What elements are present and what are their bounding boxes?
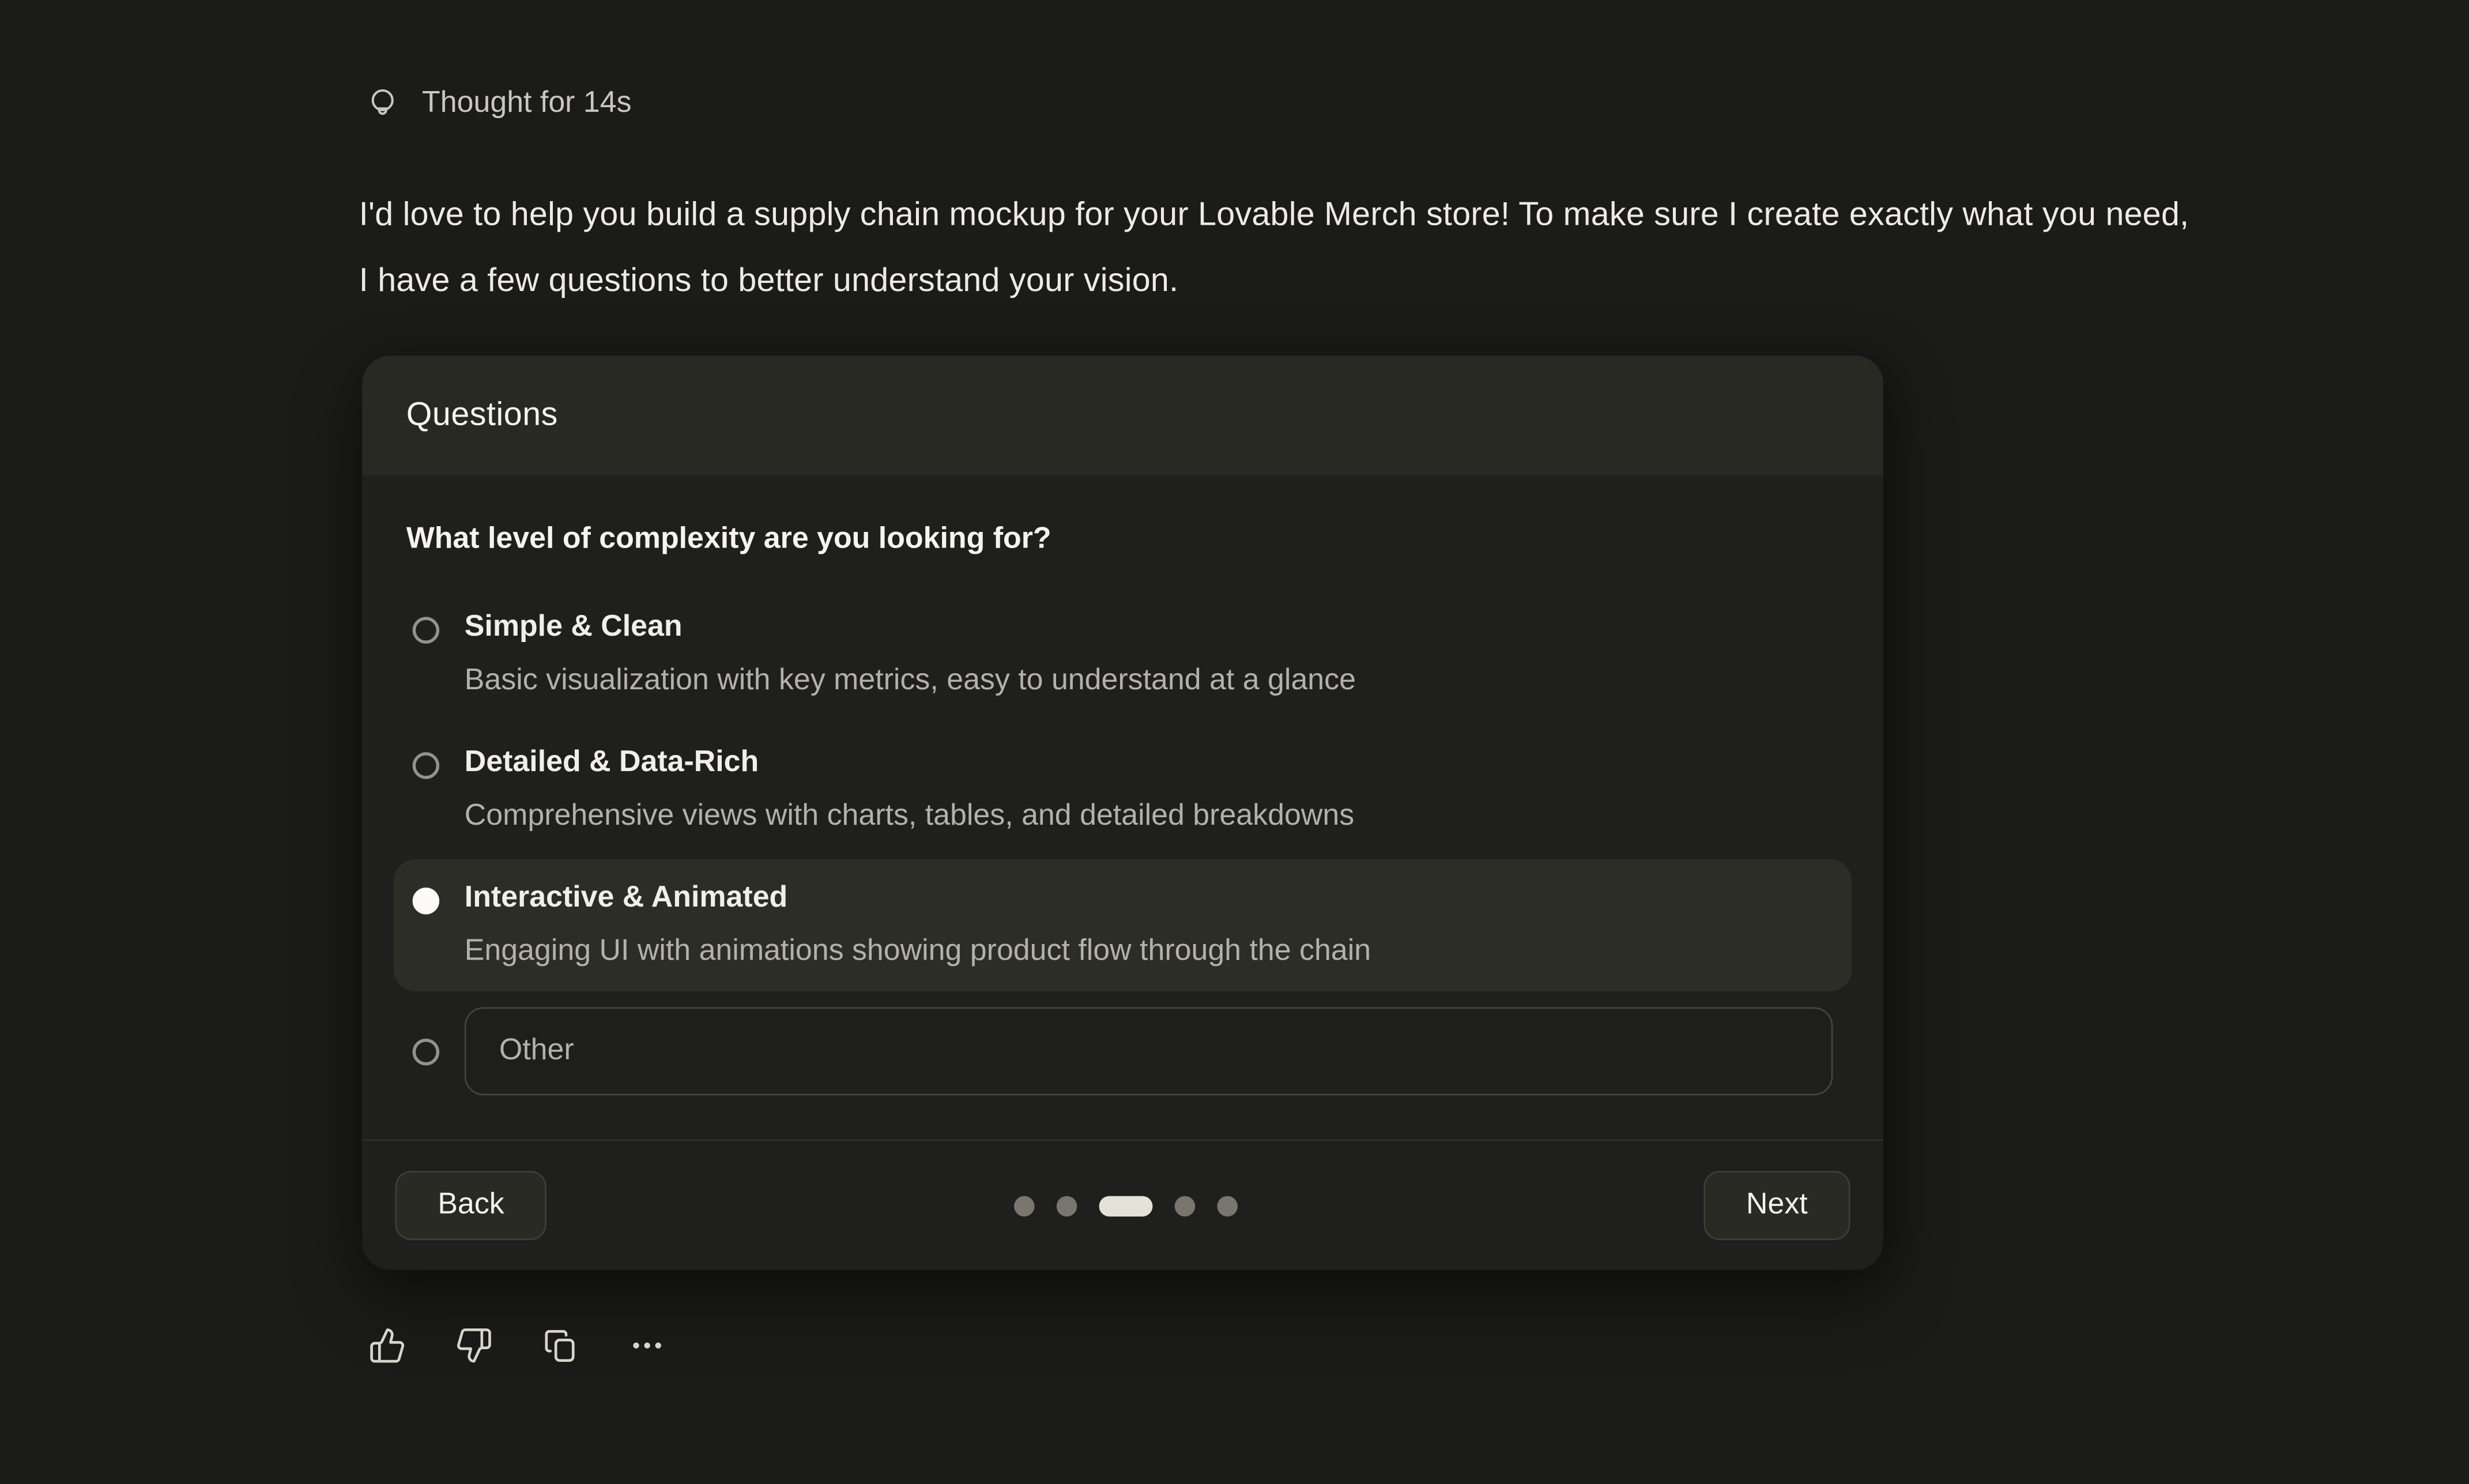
pagination-dot[interactable]: [1013, 1195, 1034, 1215]
option-other[interactable]: [394, 995, 1852, 1102]
more-options-button[interactable]: [628, 1327, 666, 1365]
option-title: Simple & Clean: [465, 601, 1356, 655]
option-description: Engaging UI with animations showing prod…: [465, 926, 1371, 979]
option-detailed-data-rich[interactable]: Detailed & Data-Rich Comprehensive views…: [394, 724, 1852, 856]
option-text: Detailed & Data-Rich Comprehensive views…: [465, 737, 1354, 844]
option-interactive-animated[interactable]: Interactive & Animated Engaging UI with …: [394, 859, 1852, 991]
pagination-dot[interactable]: [1216, 1195, 1237, 1215]
question-text: What level of complexity are you looking…: [406, 523, 1840, 557]
option-text: Simple & Clean Basic visualization with …: [465, 601, 1356, 708]
radio-icon[interactable]: [413, 752, 439, 779]
more-options-icon: [628, 1327, 666, 1365]
message-actions: [368, 1327, 2209, 1365]
copy-button[interactable]: [542, 1327, 580, 1365]
pagination-dot-active[interactable]: [1098, 1195, 1152, 1215]
thumbs-down-button[interactable]: [455, 1327, 493, 1365]
option-title: Detailed & Data-Rich: [465, 737, 1354, 790]
thumbs-up-button[interactable]: [368, 1327, 406, 1365]
copy-icon: [542, 1327, 580, 1365]
chat-view: Thought for 14s I'd love to help you bui…: [0, 0, 2469, 1484]
assistant-turn: Thought for 14s I'd love to help you bui…: [359, 0, 2210, 1365]
radio-icon[interactable]: [413, 888, 439, 914]
card-header: Questions: [362, 356, 1883, 475]
card-title: Questions: [406, 397, 558, 435]
other-input[interactable]: [465, 1007, 1833, 1096]
pagination-dot[interactable]: [1174, 1195, 1195, 1215]
radio-icon[interactable]: [413, 1038, 439, 1064]
card-body: What level of complexity are you looking…: [362, 475, 1883, 1139]
assistant-message-text: I'd love to help you build a supply chai…: [359, 183, 2202, 315]
option-title: Interactive & Animated: [465, 872, 1371, 926]
option-simple-clean[interactable]: Simple & Clean Basic visualization with …: [394, 588, 1852, 720]
pagination-dot[interactable]: [1056, 1195, 1077, 1215]
thought-label: Thought for 14s: [422, 86, 632, 121]
option-description: Comprehensive views with charts, tables,…: [465, 790, 1354, 844]
option-description: Basic visualization with key metrics, ea…: [465, 655, 1356, 708]
card-footer: Back Next: [362, 1139, 1883, 1270]
thumbs-up-icon: [368, 1327, 406, 1365]
radio-icon[interactable]: [413, 617, 439, 643]
option-text: Interactive & Animated Engaging UI with …: [465, 872, 1371, 979]
questions-card: Questions What level of complexity are y…: [362, 356, 1883, 1270]
thought-toggle[interactable]: Thought for 14s: [365, 85, 632, 123]
pagination: [1013, 1195, 1237, 1215]
lightbulb-icon: [365, 85, 400, 123]
back-button[interactable]: Back: [395, 1171, 547, 1240]
next-button[interactable]: Next: [1703, 1171, 1850, 1240]
options-list: Simple & Clean Basic visualization with …: [394, 588, 1852, 1101]
thumbs-down-icon: [455, 1327, 493, 1365]
